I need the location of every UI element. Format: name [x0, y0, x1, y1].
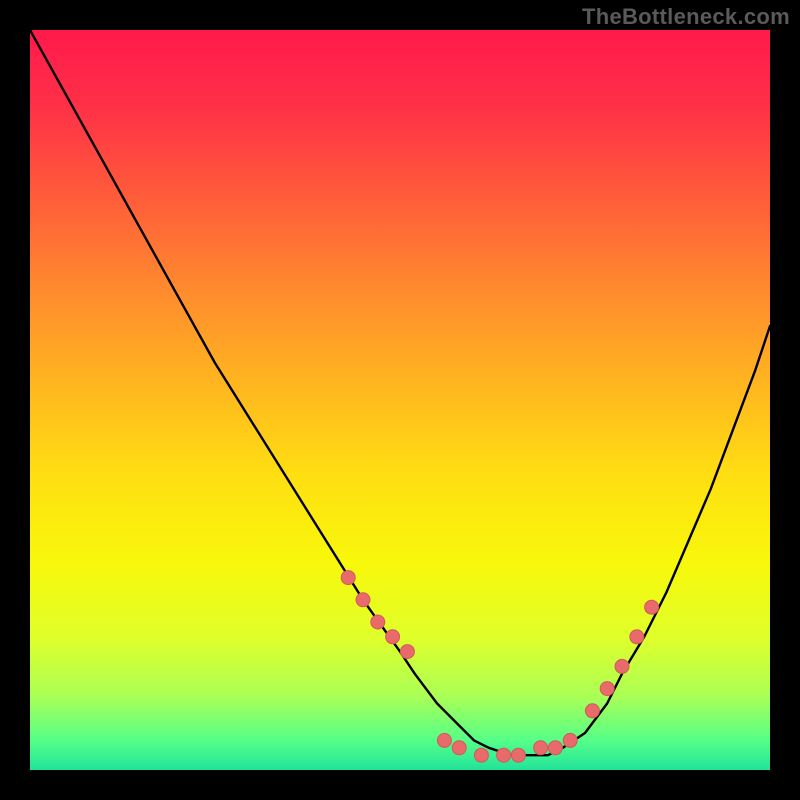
- data-marker: [371, 615, 385, 629]
- data-marker: [534, 741, 548, 755]
- data-marker: [585, 704, 599, 718]
- chart-container: TheBottleneck.com: [0, 0, 800, 800]
- plot-background: [30, 30, 770, 770]
- data-marker: [497, 748, 511, 762]
- data-marker: [630, 630, 644, 644]
- data-marker: [563, 733, 577, 747]
- data-marker: [400, 645, 414, 659]
- data-marker: [386, 630, 400, 644]
- data-marker: [511, 748, 525, 762]
- data-marker: [437, 733, 451, 747]
- data-marker: [548, 741, 562, 755]
- data-marker: [600, 682, 614, 696]
- data-marker: [615, 659, 629, 673]
- data-marker: [474, 748, 488, 762]
- data-marker: [356, 593, 370, 607]
- data-marker: [645, 600, 659, 614]
- data-marker: [452, 741, 466, 755]
- chart-svg: [0, 0, 800, 800]
- data-marker: [341, 571, 355, 585]
- watermark-text: TheBottleneck.com: [582, 4, 790, 30]
